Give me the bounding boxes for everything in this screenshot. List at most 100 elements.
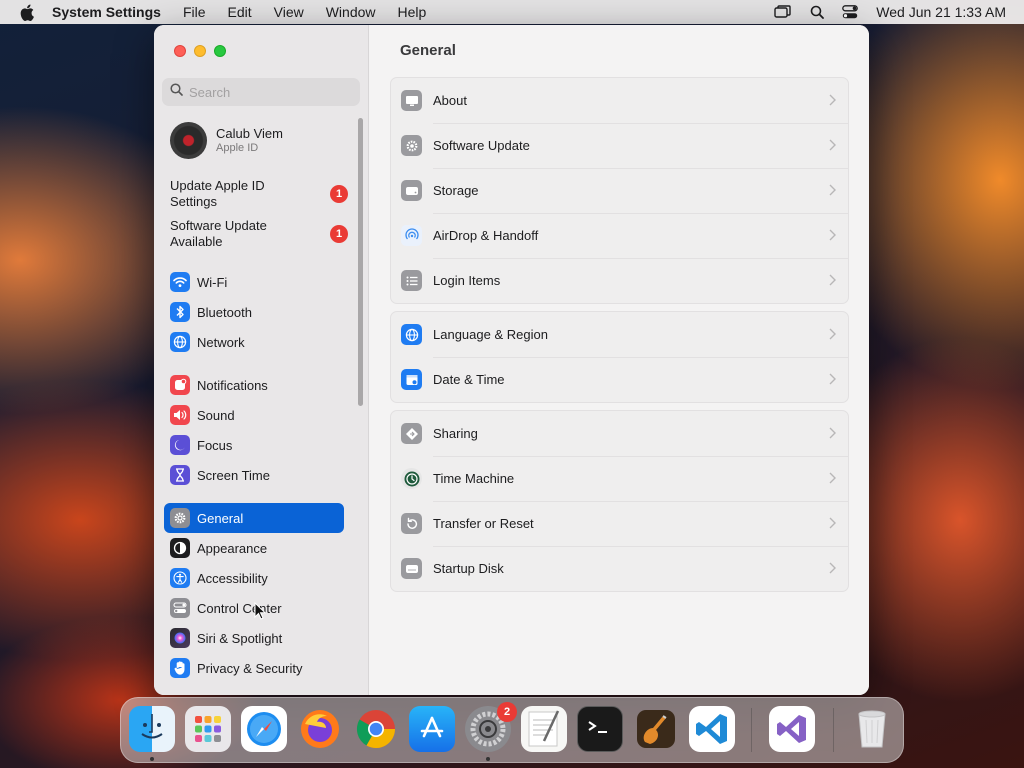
sidebar-item-accessibility[interactable]: Accessibility: [164, 563, 344, 593]
sidebar-item-label: Network: [197, 334, 245, 350]
chevron-right-icon: [829, 373, 836, 385]
search-icon: [170, 83, 183, 101]
chevron-right-icon: [829, 139, 836, 151]
row-airdrop-handoff[interactable]: AirDrop & Handoff: [391, 213, 848, 258]
accessibility-icon: [170, 568, 190, 588]
notice-badge: 1: [330, 185, 348, 203]
dock-finder-icon[interactable]: [129, 706, 175, 752]
notice-badge: 1: [330, 225, 348, 243]
chevron-right-icon: [829, 274, 836, 286]
sidebar-item-label: Appearance: [197, 540, 268, 556]
menu-edit[interactable]: Edit: [228, 4, 252, 20]
sidebar-item-siri-spotlight[interactable]: Siri & Spotlight: [164, 623, 344, 653]
menu-app-name[interactable]: System Settings: [52, 4, 161, 20]
sidebar-item-general[interactable]: General: [164, 503, 344, 533]
mouse-cursor-icon: [254, 602, 266, 620]
bell-icon: [170, 375, 190, 395]
row-startup-disk[interactable]: Startup Disk: [391, 546, 848, 591]
dock-terminal-icon[interactable]: [577, 706, 623, 752]
dock-visual-studio-icon[interactable]: [769, 706, 815, 752]
menu-window[interactable]: Window: [326, 4, 376, 20]
chevron-right-icon: [829, 472, 836, 484]
avatar: [170, 121, 207, 159]
sidebar-item-appearance[interactable]: Appearance: [164, 533, 344, 563]
spotlight-search-icon[interactable]: [810, 5, 825, 19]
dock-garageband-icon[interactable]: [633, 706, 679, 752]
dock-app-store-icon[interactable]: [409, 706, 455, 752]
sidebar-item-screen-time[interactable]: Screen Time: [164, 460, 344, 490]
screen-mirroring-icon[interactable]: [774, 5, 792, 19]
dock-textedit-icon[interactable]: [521, 706, 567, 752]
chevron-right-icon: [829, 229, 836, 241]
sidebar-item-label: General: [197, 510, 244, 526]
dock-running-indicator: [486, 757, 490, 761]
general-pane: General About Software Update Storage Ai…: [370, 25, 869, 695]
sidebar-item-network[interactable]: Network: [164, 327, 344, 357]
row-time-machine[interactable]: Time Machine: [391, 456, 848, 501]
row-language-region[interactable]: Language & Region: [391, 312, 848, 357]
control-center-icon[interactable]: [842, 5, 859, 19]
chevron-right-icon: [829, 427, 836, 439]
system-settings-window: Calub Viem Apple ID Update Apple ID Sett…: [154, 25, 869, 695]
dock: 2: [120, 697, 904, 763]
menu-bar: System Settings File Edit View Window He…: [0, 0, 1024, 24]
globe-icon: [170, 332, 190, 352]
row-date-time[interactable]: Date & Time: [391, 357, 848, 402]
apple-id-account[interactable]: Calub Viem Apple ID: [170, 120, 283, 160]
menu-bar-clock[interactable]: Wed Jun 21 1:33 AM: [876, 4, 1006, 20]
dock-launchpad-icon[interactable]: [185, 706, 231, 752]
control-center-icon: [170, 598, 190, 618]
row-storage[interactable]: Storage: [391, 168, 848, 213]
notice-update-apple-id[interactable]: Update Apple ID Settings 1: [170, 178, 360, 210]
gear-icon: [170, 508, 190, 528]
close-window-button[interactable]: [174, 45, 186, 57]
startup-disk-icon: [401, 558, 422, 579]
minimize-window-button[interactable]: [194, 45, 206, 57]
zoom-window-button[interactable]: [214, 45, 226, 57]
row-about[interactable]: About: [391, 78, 848, 123]
time-machine-icon: [401, 468, 422, 489]
chevron-right-icon: [829, 328, 836, 340]
account-subtitle: Apple ID: [216, 142, 259, 154]
search-input[interactable]: [189, 84, 349, 100]
sidebar-item-label: Notifications: [197, 377, 268, 393]
sidebar-scrollbar[interactable]: [358, 118, 363, 406]
hourglass-icon: [170, 465, 190, 485]
dock-chrome-icon[interactable]: [353, 706, 399, 752]
menu-view[interactable]: View: [274, 4, 304, 20]
dock-trash-icon[interactable]: [849, 706, 895, 752]
search-field[interactable]: [162, 78, 360, 106]
row-label: Startup Disk: [433, 561, 504, 576]
menu-file[interactable]: File: [183, 4, 206, 20]
dock-running-indicator: [150, 757, 154, 761]
sidebar-item-focus[interactable]: Focus: [164, 430, 344, 460]
sidebar-item-label: Bluetooth: [197, 304, 252, 320]
row-label: Date & Time: [433, 372, 505, 387]
list-icon: [401, 270, 422, 291]
sidebar-item-label: Accessibility: [197, 570, 268, 586]
row-transfer-reset[interactable]: Transfer or Reset: [391, 501, 848, 546]
notice-software-update[interactable]: Software Update Available 1: [170, 218, 360, 250]
menu-help[interactable]: Help: [398, 4, 427, 20]
window-controls: [174, 45, 234, 57]
sidebar-item-label: Control Center: [197, 600, 282, 616]
chevron-right-icon: [829, 562, 836, 574]
dock-safari-icon[interactable]: [241, 706, 287, 752]
row-software-update[interactable]: Software Update: [391, 123, 848, 168]
settings-group-device: About Software Update Storage AirDrop & …: [390, 77, 849, 304]
wifi-icon: [170, 272, 190, 292]
gear-badge-icon: [401, 135, 422, 156]
row-login-items[interactable]: Login Items: [391, 258, 848, 303]
row-sharing[interactable]: Sharing: [391, 411, 848, 456]
dock-vscode-icon[interactable]: [689, 706, 735, 752]
settings-group-system: Sharing Time Machine Transfer or Reset S…: [390, 410, 849, 592]
chevron-right-icon: [829, 184, 836, 196]
dock-firefox-icon[interactable]: [297, 706, 343, 752]
sidebar-item-privacy-security[interactable]: Privacy & Security: [164, 653, 344, 683]
sidebar-item-notifications[interactable]: Notifications: [164, 370, 344, 400]
sidebar-item-bluetooth[interactable]: Bluetooth: [164, 297, 344, 327]
sidebar-item-wifi[interactable]: Wi-Fi: [164, 267, 344, 297]
speaker-icon: [170, 405, 190, 425]
sidebar-item-sound[interactable]: Sound: [164, 400, 344, 430]
apple-menu-icon[interactable]: [18, 3, 36, 21]
